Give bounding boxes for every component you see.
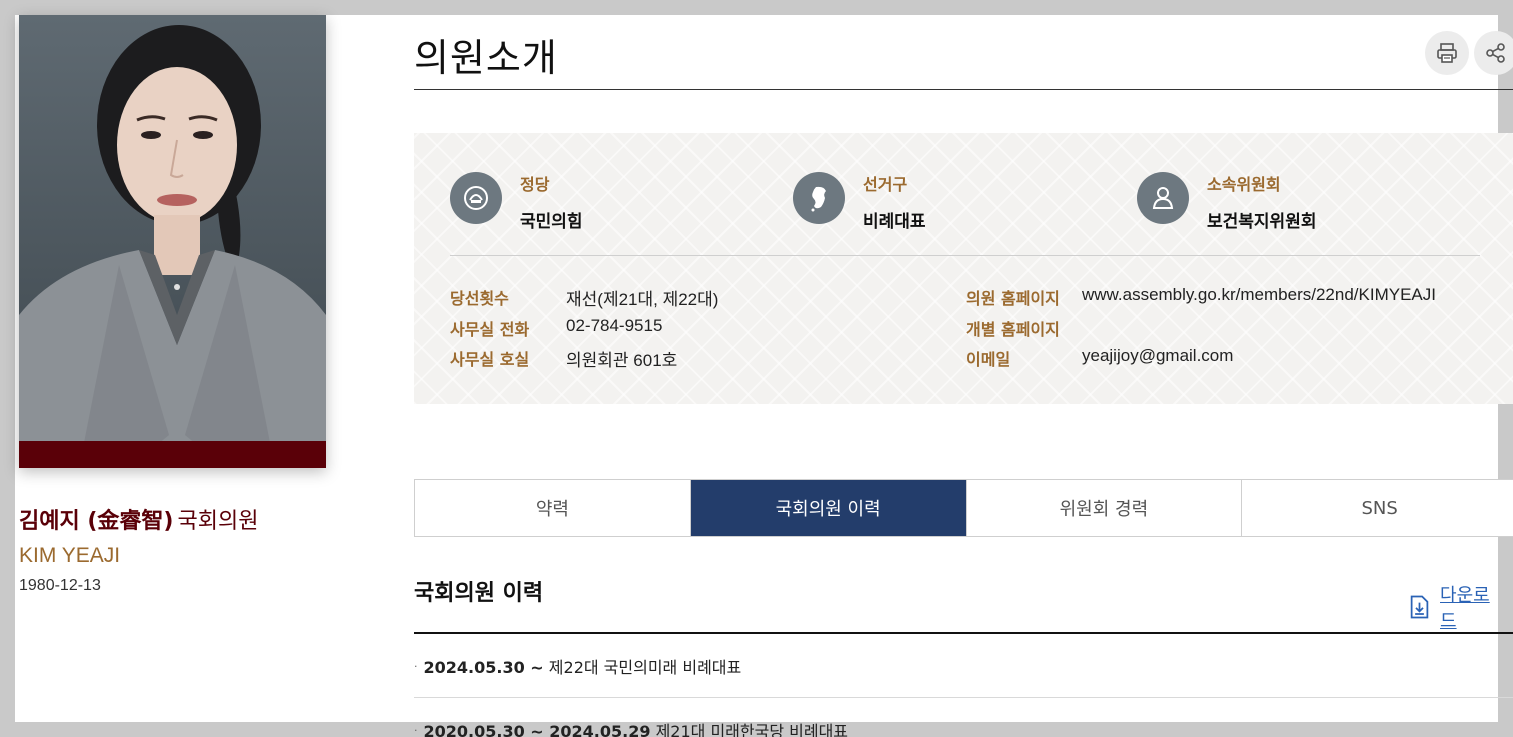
history-section-title: 국회의원 이력 [414, 581, 544, 606]
title-divider [414, 89, 1513, 90]
district-value: 비례대표 [863, 212, 926, 232]
history-top-rule [414, 632, 1513, 634]
party-emblem-icon [450, 172, 502, 224]
history-item: · 2020.05.30 ~ 2024.05.29 제21대 미래한국당 비례대표 [414, 718, 1513, 737]
member-photo [19, 15, 326, 468]
committee-info: 소속위원회 보건복지위원회 [1137, 169, 1316, 232]
download-button[interactable]: 다운로드 [1409, 581, 1498, 633]
phone-value: 02-784-9515 [566, 316, 663, 335]
page: 김예지 (金睿智)국회의원 KIM YEAJI 1980-12-13 의원소개 [15, 15, 1513, 737]
photo-bottom-bar [19, 441, 326, 468]
tab-committee-career[interactable]: 위원회 경력 [966, 480, 1243, 536]
profile-tabs: 약력 국회의원 이력 위원회 경력 SNS [414, 479, 1513, 537]
info-divider [450, 255, 1480, 256]
committee-label: 소속위원회 [1207, 175, 1281, 194]
history-desc: 제22대 국민의미래 비례대표 [548, 658, 742, 677]
room-label: 사무실 호실 [450, 350, 530, 369]
party-info: 정당 국민의힘 [450, 169, 583, 232]
homepage-label: 의원 홈페이지 [966, 289, 1060, 308]
member-name-english: KIM YEAJI [19, 544, 121, 567]
share-button[interactable] [1474, 31, 1513, 75]
district-label: 선거구 [863, 175, 908, 194]
history-period: 2020.05.30 ~ 2024.05.29 [423, 722, 651, 737]
tab-assembly-history[interactable]: 국회의원 이력 [690, 480, 967, 536]
committee-value: 보건복지위원회 [1207, 212, 1317, 232]
print-button[interactable] [1425, 31, 1469, 75]
room-value: 의원회관 601호 [566, 351, 678, 370]
terms-label: 당선횟수 [450, 289, 509, 308]
email-link[interactable]: yeajijoy@gmail.com [1082, 346, 1233, 366]
person-icon [1137, 172, 1189, 224]
history-divider [414, 697, 1513, 698]
homepage-link[interactable]: www.assembly.go.kr/members/22nd/KIMYEAJI [1082, 285, 1436, 305]
korea-map-icon [793, 172, 845, 224]
bullet: · [414, 660, 418, 673]
page-title: 의원소개 [414, 36, 558, 80]
member-name-korean: 김예지 (金睿智) [19, 509, 174, 534]
tab-biography[interactable]: 약력 [415, 480, 691, 536]
district-info: 선거구 비례대표 [793, 169, 926, 232]
history-period: 2024.05.30 ~ [423, 658, 544, 677]
download-file-icon [1410, 595, 1429, 619]
history-item: · 2024.05.30 ~ 제22대 국민의미래 비례대표 [414, 654, 1513, 678]
personal-homepage-label: 개별 홈페이지 [966, 320, 1060, 339]
download-label: 다운로드 [1440, 585, 1490, 632]
member-name: 김예지 (金睿智) 국회의원 [19, 503, 258, 535]
tab-sns[interactable]: SNS [1242, 480, 1513, 536]
bullet: · [414, 724, 418, 737]
party-value: 국민의힘 [520, 212, 583, 232]
history-desc: 제21대 미래한국당 비례대표 [655, 722, 849, 737]
phone-label: 사무실 전화 [450, 320, 530, 339]
share-icon [1486, 43, 1505, 63]
member-title: 국회의원 [177, 509, 259, 534]
email-label: 이메일 [966, 350, 1011, 369]
member-info-panel: 정당 국민의힘 선거구 비례대표 소속위원회 보건복지위원회 당선횟수 재선(제… [414, 133, 1513, 404]
member-birthdate: 1980-12-13 [19, 577, 101, 594]
printer-icon [1437, 43, 1457, 63]
terms-value: 재선(제21대, 제22대) [566, 290, 719, 309]
party-label: 정당 [520, 175, 550, 194]
